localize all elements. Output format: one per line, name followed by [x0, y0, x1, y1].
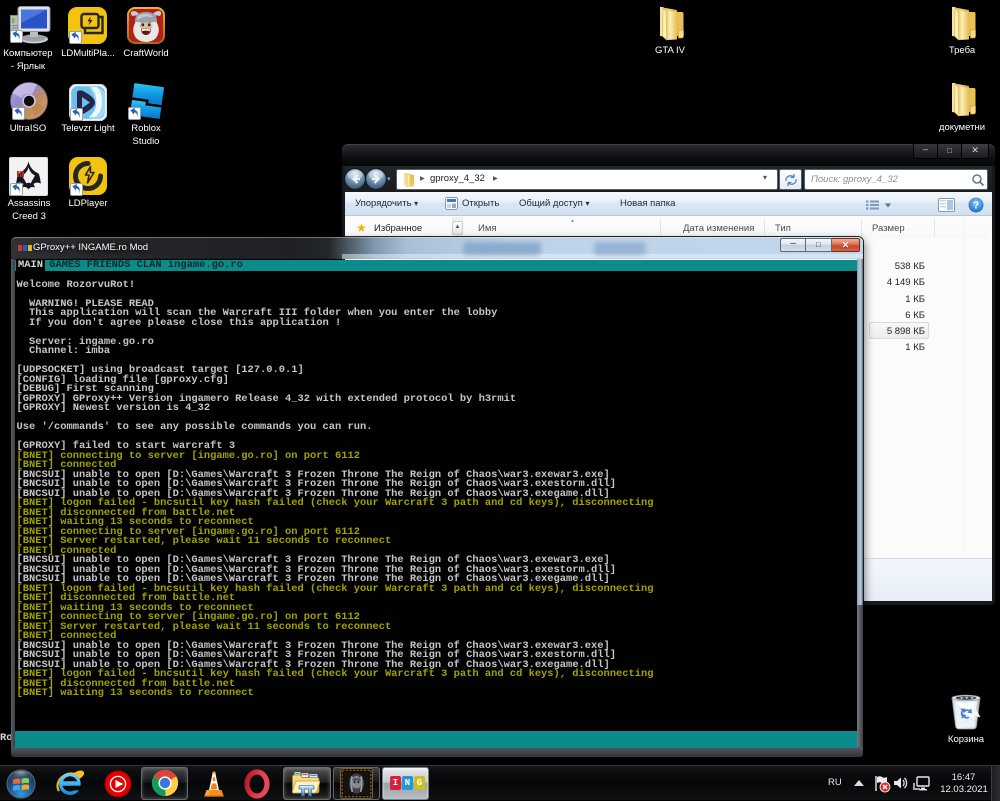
svg-text:?: ?: [973, 201, 979, 212]
